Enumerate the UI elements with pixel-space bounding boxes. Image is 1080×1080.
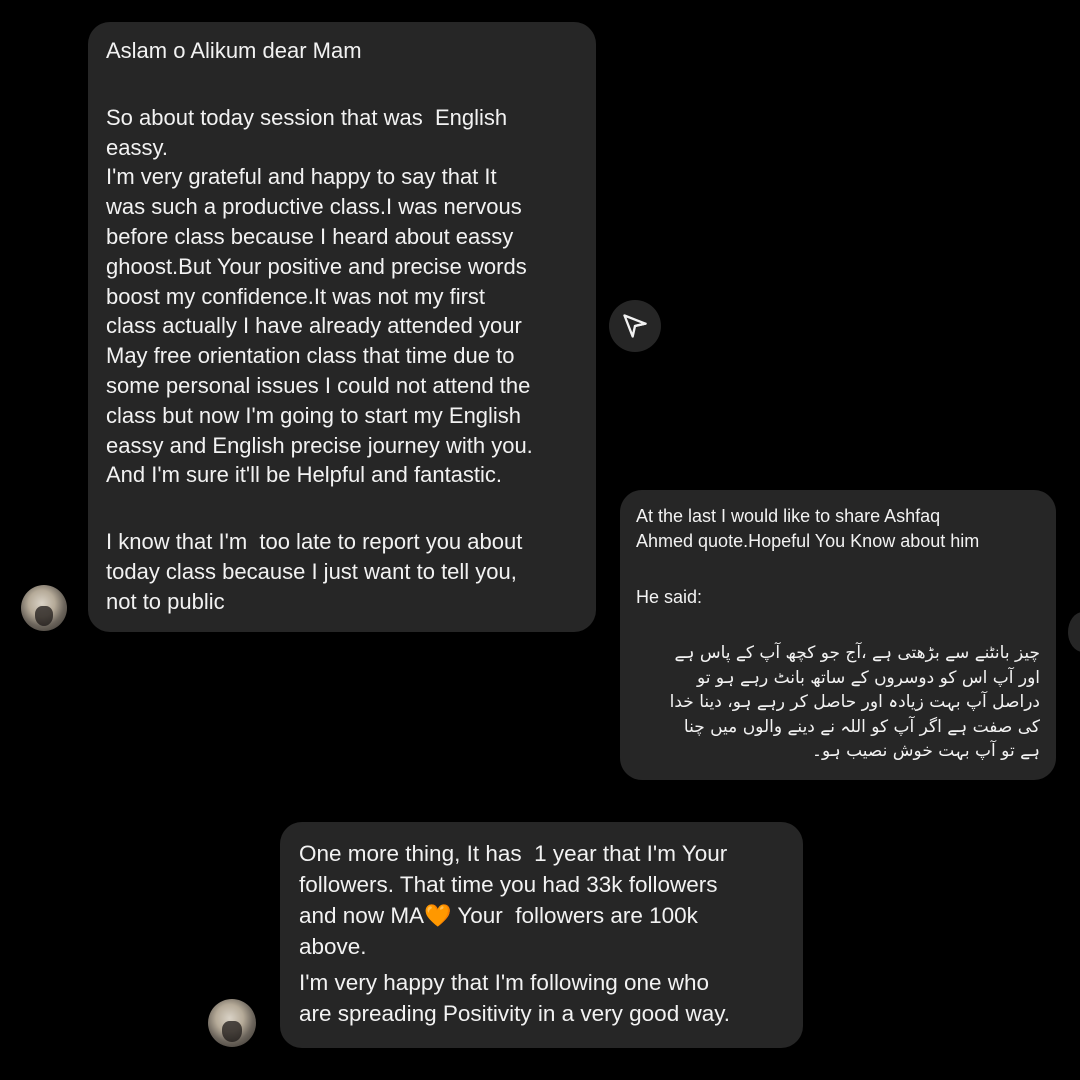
paper-plane-icon (623, 314, 647, 338)
urdu-quote-text: چیز بانٹنے سے بڑھتی ہے ،آج جو کچھ آپ کے … (669, 643, 1040, 761)
message-text: At the last I would like to share Ashfaq… (636, 506, 980, 551)
orange-heart-emoji: 🧡 (424, 903, 452, 928)
message-bubble-followers[interactable]: One more thing, It has 1 year that I'm Y… (280, 822, 803, 1048)
sender-avatar[interactable] (208, 999, 256, 1047)
share-button[interactable] (609, 300, 661, 352)
message-text: He said: (636, 587, 703, 607)
message-bubble-greeting[interactable]: Aslam o Alikum dear Mam So about today s… (88, 22, 596, 632)
sender-avatar[interactable] (21, 585, 67, 631)
message-text: I know that I'm too late to report you a… (106, 529, 523, 614)
message-text: One more thing, It has 1 year that I'm Y… (299, 838, 787, 962)
message-bubble-quote[interactable]: At the last I would like to share Ashfaq… (620, 490, 1056, 780)
message-text: I'm very happy that I'm following one wh… (299, 970, 731, 1026)
message-text: So about today session that was English … (106, 104, 533, 488)
reaction-button[interactable] (1068, 612, 1080, 652)
message-text: Aslam o Alikum dear Mam (106, 38, 362, 63)
